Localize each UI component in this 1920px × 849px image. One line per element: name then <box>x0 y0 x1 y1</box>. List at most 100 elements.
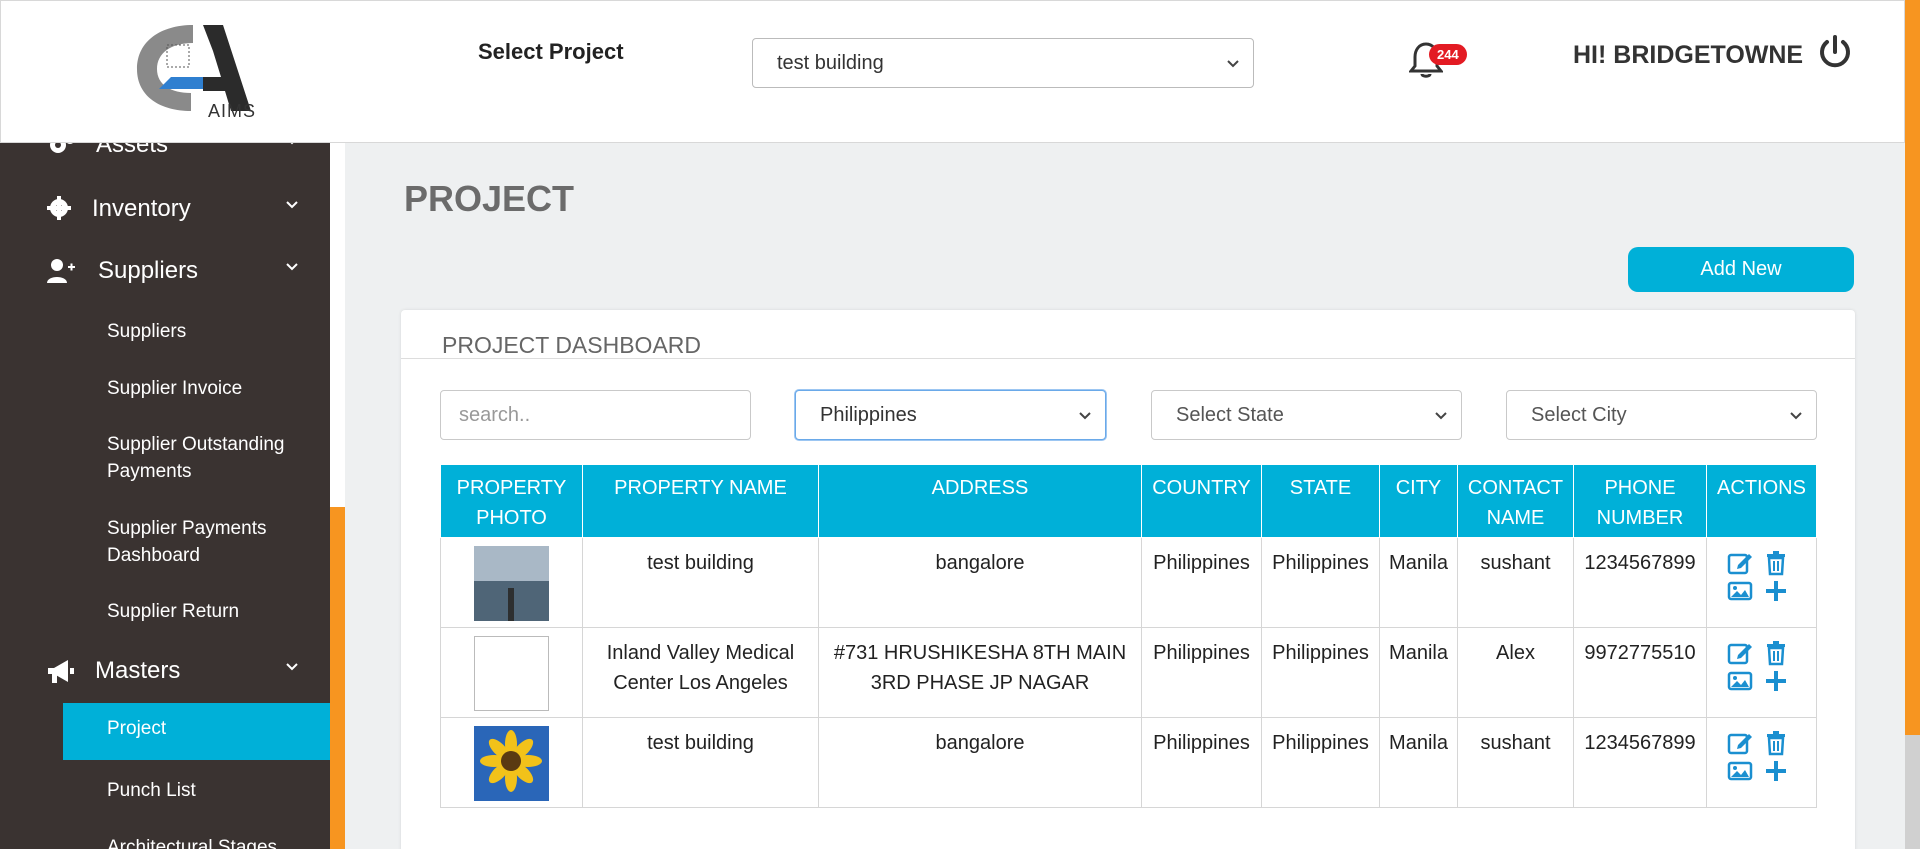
select-project-label: Select Project <box>478 39 624 64</box>
table-row: test building bangalore Philippines Phil… <box>440 717 1817 808</box>
edit-icon[interactable] <box>1727 640 1753 666</box>
city-cell: Manila <box>1379 717 1458 808</box>
sidebar-item-label: Masters <box>95 657 181 684</box>
property-name-cell: test building <box>582 717 819 808</box>
page-title: PROJECT <box>404 178 575 219</box>
sidebar-subitem-supplier-outstanding-payments[interactable]: Supplier Outstanding Payments <box>107 431 322 485</box>
megaphone-icon <box>48 660 74 683</box>
chevron-down-icon <box>1079 412 1091 420</box>
city-select[interactable]: Select City <box>1506 390 1817 440</box>
plus-icon[interactable] <box>1763 758 1789 784</box>
chevron-down-icon <box>286 201 298 209</box>
sidebar-item-label: Suppliers <box>98 257 199 284</box>
chevron-down-icon <box>1435 412 1447 420</box>
table-row: test building bangalore Philippines Phil… <box>440 537 1817 628</box>
contact-name-cell: sushant <box>1457 717 1574 808</box>
power-icon[interactable] <box>1817 34 1853 70</box>
chevron-down-icon <box>290 143 294 145</box>
address-cell: #731 HRUSHIKESHA 8TH MAIN 3RD PHASE JP N… <box>818 627 1142 718</box>
state-cell: Philippines <box>1261 717 1380 808</box>
contact-name-cell: Alex <box>1457 627 1574 718</box>
sidebar-subitem-project-label: Project <box>107 718 167 739</box>
phone-number-cell: 9972775510 <box>1573 627 1707 718</box>
country-cell: Philippines <box>1141 717 1262 808</box>
column-header: CONTACT NAME <box>1457 464 1574 538</box>
gears-icon <box>50 143 73 153</box>
card-title: PROJECT DASHBOARD <box>442 332 702 358</box>
edit-icon[interactable] <box>1727 550 1753 576</box>
country-select-value: Philippines <box>820 404 917 426</box>
page-scrollbar[interactable] <box>1905 0 1920 849</box>
state-select[interactable]: Select State <box>1151 390 1462 440</box>
actions-cell <box>1706 537 1817 628</box>
photo-cell <box>440 537 583 628</box>
broken-image-icon[interactable] <box>474 636 549 711</box>
top-header: AIMS Select Project test building 244 HI… <box>0 0 1905 143</box>
user-greeting: HI! BRIDGETOWNE <box>1573 41 1804 69</box>
table-row: Inland Valley Medical Center Los Angeles… <box>440 627 1817 718</box>
column-header: ADDRESS <box>818 464 1142 538</box>
trash-icon[interactable] <box>1763 640 1789 666</box>
edit-icon[interactable] <box>1727 730 1753 756</box>
photo-cell <box>440 717 583 808</box>
search-input[interactable]: search.. <box>440 390 751 440</box>
logo-text: AIMS <box>208 101 257 121</box>
actions-cell <box>1706 627 1817 718</box>
country-cell: Philippines <box>1141 537 1262 628</box>
column-header: COUNTRY <box>1141 464 1262 538</box>
add-new-button[interactable]: Add New <box>1628 247 1854 292</box>
sidebar-item-label: Inventory <box>92 195 191 222</box>
country-cell: Philippines <box>1141 627 1262 718</box>
phone-number-cell: 1234567899 <box>1573 717 1707 808</box>
city-cell: Manila <box>1379 627 1458 718</box>
sidebar-subitem-supplier-invoice[interactable]: Supplier Invoice <box>107 375 322 402</box>
column-header: PROPERTY PHOTO <box>440 464 583 538</box>
column-header: PROPERTY NAME <box>582 464 819 538</box>
chevron-down-icon <box>1227 60 1239 68</box>
sidebar-subitem-project[interactable] <box>63 703 330 760</box>
gear-icon <box>47 196 71 220</box>
sidebar-subitem-supplier-return[interactable]: Supplier Return <box>107 598 322 625</box>
sidebar-item-label: Assets <box>96 143 169 158</box>
project-select[interactable]: test building <box>752 38 1254 88</box>
card-divider <box>401 358 1855 359</box>
image-icon[interactable] <box>1727 578 1753 604</box>
photo-cell <box>440 627 583 718</box>
column-header: STATE <box>1261 464 1380 538</box>
page-scrollbar-track <box>1905 735 1920 849</box>
state-select-value: Select State <box>1176 404 1284 426</box>
plus-icon[interactable] <box>1763 668 1789 694</box>
trash-icon[interactable] <box>1763 730 1789 756</box>
table-header-row: PROPERTY PHOTO PROPERTY NAME ADDRESS COU… <box>440 464 1817 538</box>
address-cell: bangalore <box>818 717 1142 808</box>
state-cell: Philippines <box>1261 537 1380 628</box>
user-plus-icon <box>47 259 75 283</box>
city-cell: Manila <box>1379 537 1458 628</box>
sidebar-scrollbar-thumb[interactable] <box>330 507 345 849</box>
contact-name-cell: sushant <box>1457 537 1574 628</box>
sidebar-subitem-supplier-payments-dashboard[interactable]: Supplier Payments Dashboard <box>107 515 322 569</box>
column-header: ACTIONS <box>1706 464 1817 538</box>
plus-icon[interactable] <box>1763 578 1789 604</box>
column-header: PHONE NUMBER <box>1573 464 1707 538</box>
pier-photo[interactable] <box>474 546 549 621</box>
sidebar-subitem-punch-list[interactable]: Punch List <box>107 777 322 804</box>
country-select[interactable]: Philippines <box>795 390 1106 440</box>
image-icon[interactable] <box>1727 758 1753 784</box>
chevron-down-icon <box>286 663 298 671</box>
trash-icon[interactable] <box>1763 550 1789 576</box>
image-icon[interactable] <box>1727 668 1753 694</box>
sidebar-subitem-suppliers[interactable]: Suppliers <box>107 318 322 345</box>
project-select-value: test building <box>777 52 884 74</box>
actions-cell <box>1706 717 1817 808</box>
city-select-value: Select City <box>1531 404 1627 426</box>
address-cell: bangalore <box>818 537 1142 628</box>
projects-table: PROPERTY PHOTO PROPERTY NAME ADDRESS COU… <box>440 464 1817 808</box>
state-cell: Philippines <box>1261 627 1380 718</box>
sunflower-photo[interactable] <box>474 726 549 801</box>
sidebar-subitem-architectural-stages[interactable]: Architectural Stages <box>107 834 322 849</box>
column-header: CITY <box>1379 464 1458 538</box>
notification-badge: 244 <box>1429 44 1467 65</box>
property-name-cell: Inland Valley Medical Center Los Angeles <box>582 627 819 718</box>
chevron-down-icon <box>286 263 298 271</box>
